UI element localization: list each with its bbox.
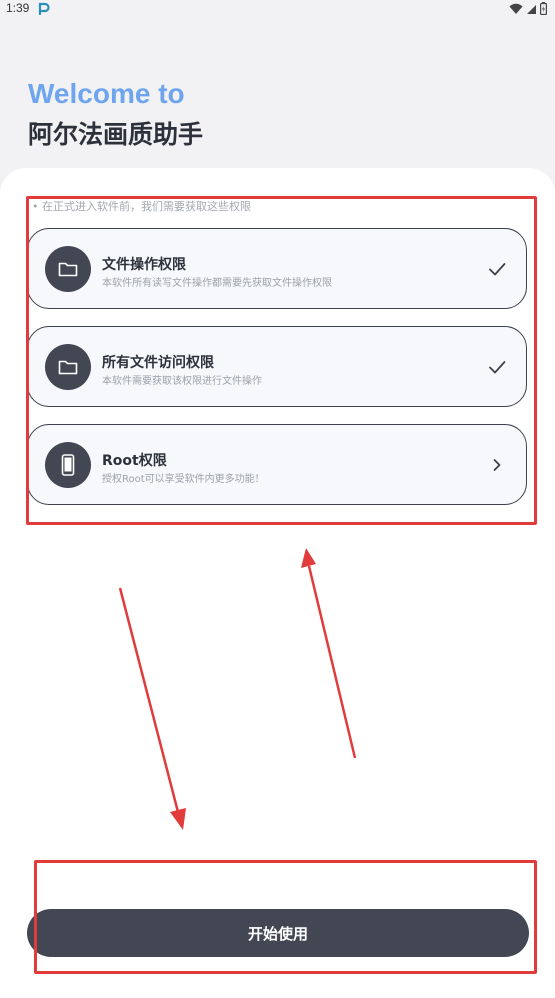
battery-icon (540, 2, 547, 15)
status-icons (509, 2, 547, 15)
app-name-heading: 阿尔法画质助手 (28, 120, 204, 149)
annotation-box-start-button (34, 860, 537, 974)
wifi-icon (509, 3, 523, 14)
status-time: 1:39 (6, 1, 30, 15)
app-p-icon (38, 2, 50, 15)
signal-icon (527, 4, 536, 14)
annotation-box-permissions (26, 196, 537, 525)
welcome-heading: Welcome to (28, 78, 185, 109)
status-bar: 1:39 (0, 0, 555, 20)
